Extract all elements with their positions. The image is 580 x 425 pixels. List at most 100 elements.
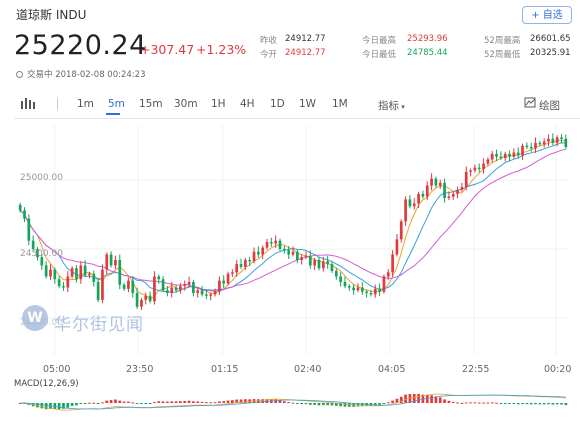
candle-body	[257, 251, 260, 255]
macd-bar	[516, 403, 520, 405]
candle-body	[469, 170, 472, 172]
macd-bar	[287, 402, 291, 404]
candle-body	[244, 259, 247, 267]
candle-body	[534, 142, 537, 149]
candle-body	[529, 147, 533, 149]
candle-body	[62, 286, 65, 288]
candle-body	[261, 247, 265, 255]
candle-body	[512, 152, 516, 157]
macd-bar	[495, 402, 498, 404]
macd-bar	[96, 403, 100, 404]
macd-bar	[278, 400, 282, 403]
macd-bar	[122, 401, 126, 403]
macd-bar	[295, 403, 299, 404]
watermark-logo: W	[22, 305, 48, 331]
macd-bar	[382, 403, 386, 404]
candle-body	[131, 280, 135, 294]
price-chart[interactable]	[0, 0, 580, 425]
candle-body	[360, 287, 364, 292]
candle-body	[187, 282, 191, 285]
macd-bar	[222, 401, 226, 403]
candle-body	[213, 291, 217, 295]
candle-body	[53, 269, 57, 280]
candle-body	[456, 189, 459, 194]
candle-body	[503, 153, 507, 159]
candle-body	[57, 279, 61, 287]
candle-body	[209, 294, 213, 296]
macd-bar	[75, 403, 78, 406]
macd-bar	[140, 403, 143, 404]
macd-bar	[161, 401, 165, 403]
candle-body	[425, 185, 429, 197]
candle-body	[542, 141, 546, 145]
macd-bar	[166, 401, 169, 403]
candle-body	[321, 261, 325, 269]
macd-bar	[274, 399, 278, 403]
macd-bar	[209, 402, 213, 404]
macd-bar	[127, 401, 130, 403]
candle-body	[140, 299, 143, 307]
candle-body	[218, 280, 221, 292]
candle-body	[109, 254, 113, 266]
macd-bar	[564, 403, 568, 406]
macd-bar	[57, 403, 61, 410]
candle-body	[391, 254, 394, 273]
macd-bar	[313, 403, 316, 405]
candle-body	[508, 153, 511, 157]
macd-bar	[529, 403, 533, 405]
candle-body	[183, 284, 187, 287]
candle-body	[373, 288, 377, 295]
macd-bar	[473, 402, 477, 404]
macd-dea-line	[20, 394, 566, 410]
candle-body	[382, 276, 386, 292]
candle-body	[347, 286, 351, 288]
candle-body	[378, 288, 381, 292]
candle-body	[222, 280, 226, 284]
candle-body	[287, 250, 291, 255]
candle-body	[369, 293, 373, 295]
candle-body	[343, 282, 347, 287]
macd-bar	[451, 401, 455, 403]
candle-body	[105, 254, 109, 270]
candle-body	[547, 138, 550, 142]
macd-bar	[92, 402, 96, 404]
candle-body	[490, 153, 494, 160]
macd-bar	[105, 400, 109, 403]
y-tick-label: 24500.00	[20, 249, 63, 259]
macd-bar	[482, 402, 485, 404]
candle-body	[334, 270, 338, 277]
candle-body	[49, 269, 52, 277]
candle-body	[486, 159, 490, 164]
candle-body	[412, 203, 416, 207]
candle-body	[386, 272, 390, 277]
candle-body	[300, 257, 304, 260]
macd-bar	[170, 401, 174, 403]
candle-body	[265, 242, 269, 248]
macd-bar	[308, 403, 312, 405]
candle-body	[179, 286, 182, 291]
candle-body	[135, 293, 139, 307]
candle-body	[291, 251, 295, 255]
macd-bar	[200, 401, 204, 403]
candle-body	[304, 255, 308, 258]
macd-bar	[226, 400, 230, 403]
macd-bar	[282, 401, 286, 403]
macd-bar	[490, 402, 494, 404]
candle-body	[339, 276, 342, 283]
candle-body	[192, 282, 195, 294]
x-tick-label: 00:20	[544, 364, 572, 375]
candle-body	[122, 284, 126, 289]
candle-body	[96, 282, 100, 300]
macd-bar	[412, 394, 416, 403]
candle-body	[282, 248, 286, 251]
candle-body	[231, 272, 234, 274]
macd-bar	[118, 400, 122, 403]
macd-bar	[326, 403, 329, 406]
candle-body	[443, 182, 446, 198]
candle-body	[417, 193, 420, 204]
macd-bar	[417, 394, 420, 403]
candle-body	[18, 204, 22, 211]
candle-body	[438, 182, 442, 186]
candle-body	[235, 264, 239, 273]
macd-bar	[79, 403, 83, 404]
